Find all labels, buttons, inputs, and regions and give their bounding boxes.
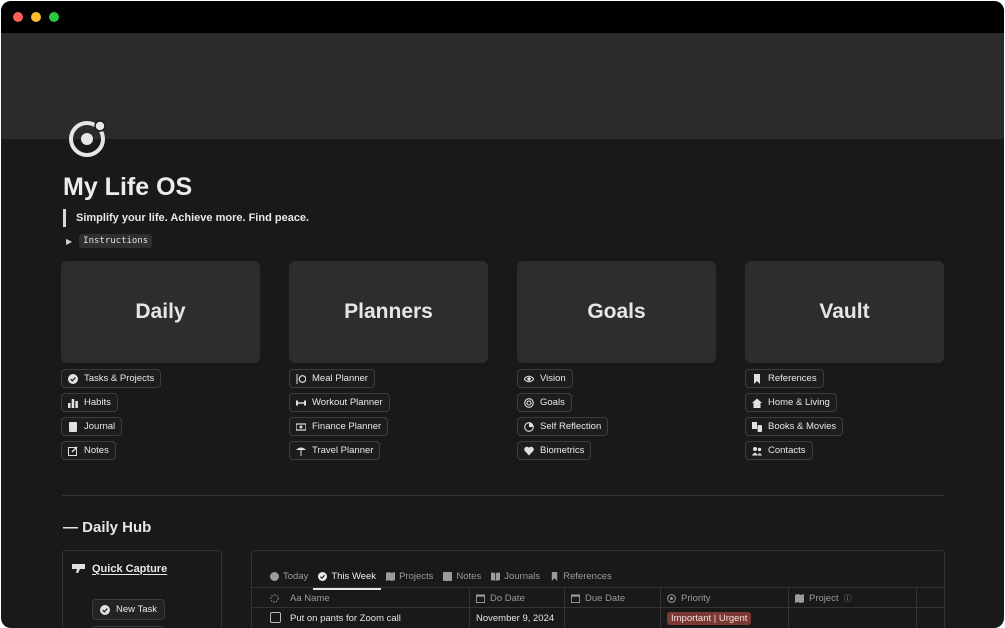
check-circle-icon — [68, 373, 78, 384]
link-vision[interactable]: Vision — [517, 369, 573, 388]
title-bar — [1, 1, 1004, 33]
card-planners[interactable]: Planners — [289, 261, 488, 363]
planners-links: Meal Planner Workout Planner Finance Pla… — [289, 369, 390, 465]
loading-icon — [270, 593, 279, 603]
open-book-icon — [491, 572, 501, 581]
maximize-window-button[interactable] — [49, 12, 59, 22]
table-header: Aa Name Do Date Due Date Priority Projec… — [252, 588, 944, 608]
task-project[interactable] — [788, 608, 916, 628]
tab-projects[interactable]: Projects — [386, 567, 433, 585]
eye-icon — [524, 375, 534, 382]
utensils-icon — [296, 373, 306, 384]
link-meal-planner[interactable]: Meal Planner — [289, 369, 375, 388]
map-icon — [386, 571, 396, 581]
link-finance-planner[interactable]: Finance Planner — [289, 417, 389, 436]
minimize-window-button[interactable] — [31, 12, 41, 22]
link-tasks-projects[interactable]: Tasks & Projects — [61, 369, 162, 388]
page-logo-icon[interactable] — [67, 117, 109, 159]
link-habits[interactable]: Habits — [61, 393, 118, 412]
link-home-living[interactable]: Home & Living — [745, 393, 837, 412]
card-daily[interactable]: Daily — [61, 261, 260, 363]
card-goals[interactable]: Goals — [517, 261, 716, 363]
task-name[interactable]: Put on pants for Zoom call — [284, 608, 401, 628]
dumbbell-icon — [296, 400, 306, 405]
quick-capture-panel: Quick Capture New Task — [62, 550, 222, 628]
task-do-date[interactable]: November 9, 2024 — [469, 608, 554, 628]
link-references[interactable]: References — [745, 369, 824, 388]
new-task-button[interactable]: New Task — [92, 599, 166, 620]
link-biometrics[interactable]: Biometrics — [517, 441, 592, 460]
calendar-icon — [571, 593, 580, 603]
check-circle-icon — [318, 571, 328, 581]
bookmark-icon — [551, 571, 558, 581]
people-icon — [752, 446, 762, 455]
vault-links: References Home & Living Books & Movies … — [745, 369, 844, 465]
inbox-hand-icon — [72, 564, 85, 573]
priority-badge: Important | Urgent — [667, 611, 752, 625]
link-self-reflection[interactable]: Self Reflection — [517, 417, 609, 436]
tasks-database: Today This Week Projects Notes Journals … — [251, 550, 945, 628]
tab-this-week[interactable]: This Week — [313, 567, 381, 590]
close-window-button[interactable] — [13, 12, 23, 22]
column-header-priority[interactable]: Priority — [660, 588, 711, 608]
instructions-toggle[interactable]: ▶ Instructions — [66, 234, 153, 248]
edit-icon — [68, 446, 78, 456]
book-icon — [69, 421, 77, 432]
link-books-movies[interactable]: Books & Movies — [745, 417, 844, 436]
tab-notes[interactable]: Notes — [443, 567, 481, 585]
link-contacts[interactable]: Contacts — [745, 441, 813, 460]
tab-journals[interactable]: Journals — [491, 567, 540, 585]
instructions-label: Instructions — [79, 234, 153, 248]
page-title: My Life OS — [63, 173, 193, 201]
card-vault[interactable]: Vault — [745, 261, 944, 363]
pie-icon — [524, 421, 534, 432]
column-header-project[interactable]: Project ⓘ — [788, 588, 852, 608]
column-header-due-date[interactable]: Due Date — [564, 588, 625, 608]
database-view-tabs: Today This Week Projects Notes Journals … — [270, 567, 622, 590]
heart-pulse-icon — [524, 446, 534, 455]
calendar-icon — [476, 593, 485, 603]
link-travel-planner[interactable]: Travel Planner — [289, 441, 381, 460]
bookmark-icon — [754, 373, 760, 384]
check-circle-icon — [100, 604, 110, 615]
column-spacer — [916, 588, 923, 608]
umbrella-icon — [296, 447, 306, 456]
map-icon — [795, 593, 804, 603]
link-workout-planner[interactable]: Workout Planner — [289, 393, 390, 412]
row-spacer — [916, 608, 936, 628]
select-column-icon[interactable] — [264, 588, 279, 608]
info-icon[interactable]: ⓘ — [844, 593, 852, 604]
section-divider — [62, 495, 944, 496]
column-header-name[interactable]: Aa Name — [284, 588, 330, 608]
page-quote: Simplify your life. Achieve more. Find p… — [63, 209, 309, 227]
page-cover — [1, 33, 1004, 139]
home-icon — [752, 398, 762, 408]
target-icon — [524, 397, 534, 408]
link-journal[interactable]: Journal — [61, 417, 123, 436]
task-due-date[interactable] — [564, 608, 660, 628]
goals-links: Vision Goals Self Reflection Biometrics — [517, 369, 609, 465]
column-header-do-date[interactable]: Do Date — [469, 588, 525, 608]
money-icon — [296, 422, 306, 431]
note-icon — [443, 571, 453, 581]
link-goals[interactable]: Goals — [517, 393, 572, 412]
bar-chart-icon — [68, 398, 78, 408]
quick-capture-link[interactable]: Quick Capture — [72, 562, 167, 575]
tab-today[interactable]: Today — [270, 567, 308, 585]
check-circle-icon — [270, 571, 279, 581]
media-icon — [752, 421, 762, 432]
toggle-arrow-icon[interactable]: ▶ — [66, 237, 72, 246]
daily-links: Tasks & Projects Habits Journal Notes — [61, 369, 162, 465]
link-notes[interactable]: Notes — [61, 441, 116, 460]
daily-hub-heading: — Daily Hub — [63, 519, 152, 536]
status-icon — [667, 593, 676, 603]
table-row[interactable]: Put on pants for Zoom call November 9, 2… — [252, 608, 944, 628]
app-window: My Life OS Simplify your life. Achieve m… — [1, 1, 1004, 628]
task-priority[interactable]: Important | Urgent — [660, 608, 752, 628]
tab-references[interactable]: References — [550, 567, 612, 585]
